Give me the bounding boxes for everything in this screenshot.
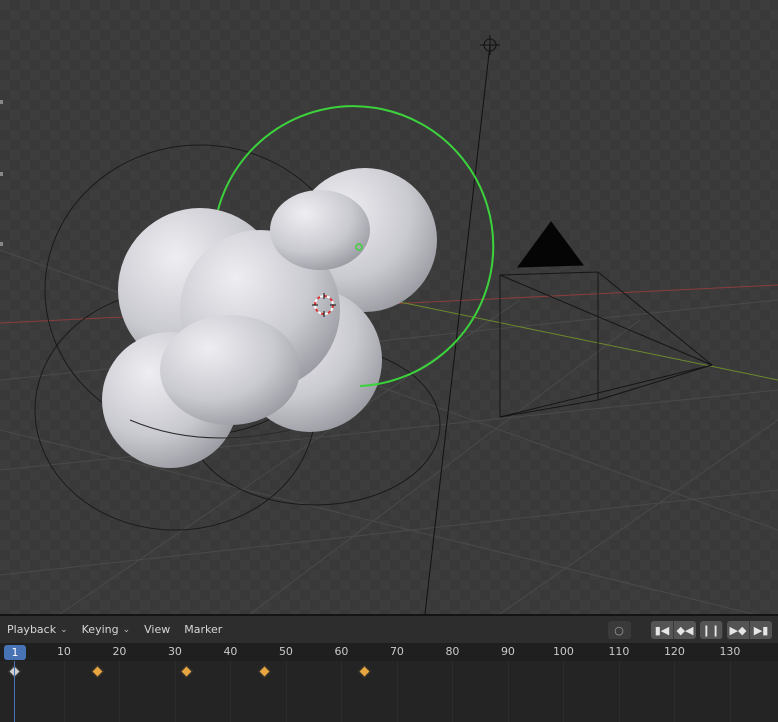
ruler-tick-label: 100	[552, 645, 574, 658]
ruler-tick-label: 110	[608, 645, 630, 658]
current-frame-indicator[interactable]: 1	[4, 645, 26, 660]
view-menu[interactable]: View	[137, 616, 177, 643]
playback-controls: ○ ▮◀ ◆◀ ❙❙ ▶◆ ▶▮	[608, 621, 772, 639]
ruler-tick-label: 60	[334, 645, 349, 658]
ruler-tick-label: 20	[112, 645, 127, 658]
keyframe-diamond[interactable]	[257, 665, 271, 678]
frame-ruler[interactable]: 10 20 30 40 50 60 70 80 90 100 110 120 130	[0, 643, 778, 661]
jump-to-end-icon: ▶▮	[753, 623, 769, 637]
frame-gridline	[119, 661, 121, 722]
keyframe-diamond[interactable]	[180, 665, 193, 678]
frame-gridline	[396, 661, 398, 722]
chevron-down-icon: ⌄	[60, 624, 68, 635]
next-keyframe-button[interactable]: ▶◆	[727, 621, 750, 639]
ruler-tick-label: 10	[56, 645, 71, 658]
frame-gridline	[729, 661, 731, 722]
ruler-tick-label: 120	[663, 645, 685, 658]
frame-gridline	[507, 661, 509, 722]
playback-menu-label: Playback	[7, 623, 57, 636]
frame-gridline	[230, 661, 232, 722]
frame-gridline	[674, 661, 676, 722]
timeline-editor: Playback ⌄ Keying ⌄ View Marker ○ ▮◀ ◆◀ …	[0, 614, 778, 722]
frame-gridline	[452, 661, 454, 722]
jump-to-end-button[interactable]: ▶▮	[750, 621, 772, 639]
ruler-tick-label: 80	[445, 645, 460, 658]
ruler-tick-label: 130	[719, 645, 741, 658]
keyframe-diamond[interactable]	[91, 665, 105, 678]
marker-menu-label: Marker	[184, 623, 223, 636]
ruler-tick-label: 50	[278, 645, 293, 658]
pause-icon: ❙❙	[701, 623, 721, 637]
ruler-tick-label: 70	[389, 645, 404, 658]
pause-button[interactable]: ❙❙	[700, 621, 723, 639]
frame-gridline	[63, 661, 65, 722]
view-menu-label: View	[144, 623, 171, 636]
3d-viewport[interactable]	[0, 0, 778, 614]
next-keyframe-icon: ▶◆	[729, 623, 747, 637]
frame-gridline	[285, 661, 287, 722]
playback-menu[interactable]: Playback ⌄	[0, 616, 75, 643]
ruler-tick-label: 90	[500, 645, 515, 658]
ruler-tick-label: 40	[223, 645, 238, 658]
frame-gridline	[341, 661, 343, 722]
record-button[interactable]: ○	[608, 621, 631, 639]
marker-menu[interactable]: Marker	[177, 616, 229, 643]
keyframe-area[interactable]	[0, 661, 778, 722]
record-icon: ○	[614, 623, 624, 637]
keying-menu[interactable]: Keying ⌄	[75, 616, 138, 643]
previous-keyframe-icon: ◆◀	[676, 623, 694, 637]
keyframe-diamond[interactable]	[357, 665, 371, 678]
chevron-down-icon: ⌄	[122, 624, 131, 635]
previous-keyframe-button[interactable]: ◆◀	[674, 621, 696, 639]
frame-gridline	[174, 661, 176, 722]
jump-to-start-icon: ▮◀	[654, 623, 670, 637]
keying-menu-label: Keying	[81, 623, 119, 636]
playhead-line[interactable]	[14, 661, 15, 722]
frame-gridline	[563, 661, 565, 722]
frame-gridline	[618, 661, 620, 722]
ruler-tick-label: 30	[167, 645, 182, 658]
timeline-header: Playback ⌄ Keying ⌄ View Marker ○ ▮◀ ◆◀ …	[0, 616, 778, 643]
jump-to-start-button[interactable]: ▮◀	[651, 621, 674, 639]
viewport-scene[interactable]	[0, 0, 778, 614]
